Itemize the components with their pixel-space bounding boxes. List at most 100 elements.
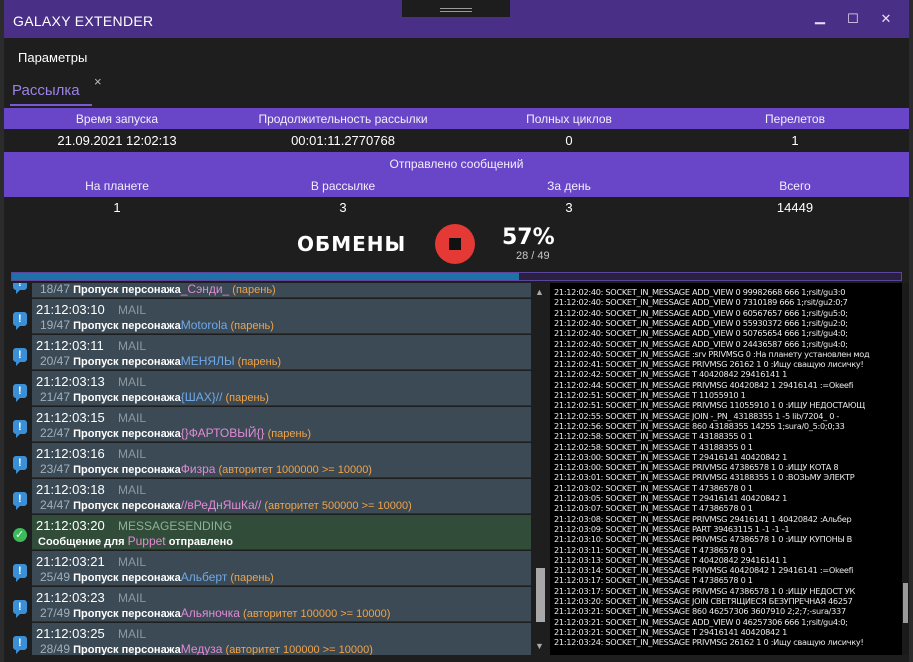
value-per-day: 3 [565, 200, 573, 215]
skip-reason: (авторитет 500000 >= 10000) [264, 500, 412, 512]
menu-item-params[interactable]: Параметры [18, 50, 87, 65]
event-counter: 23/47 [40, 462, 71, 476]
log-line: 21:12:03:24: SOCKET_IN_MESSAGE PRIVMSG 2… [554, 637, 864, 648]
value-start-time: 21.09.2021 12:02:13 [57, 133, 177, 148]
header-per-day: За день [547, 179, 591, 193]
stats-header-row: Время запуска Продолжительность рассылки… [4, 108, 909, 129]
log-line: 21:12:03:11: SOCKET_IN_MESSAGE T 4738657… [554, 544, 753, 555]
maximize-button[interactable]: ☐ [846, 12, 860, 26]
event-detail: 21/47 Пропуск персонажа{ШАХ}// (парень) [40, 390, 269, 404]
log-line: 21:12:03:01: SOCKET_IN_MESSAGE PRIVMSG 4… [554, 472, 855, 483]
icon-glyph: ! [18, 457, 22, 469]
value-duration: 00:01:11.2770768 [291, 133, 395, 148]
title-bar[interactable]: GALAXY EXTENDER ▁ ☐ ✕ [4, 0, 909, 38]
icon-glyph: ! [18, 421, 22, 433]
event-text: Пропуск персонажа [73, 356, 181, 368]
event-text: Пропуск персонажа [73, 572, 181, 584]
event-kind: MAIL [118, 483, 147, 497]
event-kind: MESSAGESENDING [118, 519, 233, 533]
event-row[interactable]: 21:12:03:10 MAIL 19/47 Пропуск персонажаMo… [32, 299, 531, 334]
log-line: 21:12:02:40: SOCKET_IN_MESSAGE :srv PRIV… [554, 348, 870, 359]
log-scrollbar-thumb[interactable] [903, 583, 908, 623]
grip-line [440, 11, 472, 12]
log-line: 21:12:02:40: SOCKET_IN_MESSAGE ADD_VIEW … [554, 287, 846, 297]
event-time: 21:12:03:20 [36, 518, 105, 533]
value-in-mailing: 3 [339, 200, 347, 215]
stats-value-row: 21.09.2021 12:02:13 00:01:11.2770768 0 1 [4, 129, 909, 152]
log-line: 21:12:02:44: SOCKET_IN_MESSAGE PRIVMSG 4… [554, 379, 854, 390]
log-line: 21:12:03:05: SOCKET_IN_MESSAGE T 2941614… [554, 493, 788, 503]
icon-glyph: ! [18, 601, 22, 613]
character-name: //вРеДнЯшКа// [180, 498, 262, 512]
log-line: 21:12:02:42: SOCKET_IN_MESSAGE T 4042084… [554, 369, 788, 380]
value-flights: 1 [791, 133, 799, 148]
log-line: 21:12:02:55: SOCKET_IN_MESSAGE JOIN -_PN… [554, 410, 840, 421]
event-kind: MAIL [118, 375, 147, 389]
log-line: 21:12:03:08: SOCKET_IN_MESSAGE PRIVMSG 2… [554, 513, 852, 524]
icon-glyph: ! [18, 349, 22, 361]
close-button[interactable]: ✕ [879, 12, 893, 26]
log-scrollbar[interactable] [902, 283, 909, 655]
event-row[interactable]: 21:12:03:16 MAIL 23/47 Пропуск персонажаФи… [32, 443, 531, 478]
skip-reason: (парень) [230, 320, 274, 332]
event-text: Пропуск персонажа [73, 392, 181, 404]
event-time: 21:12:03:11 [36, 338, 104, 353]
event-text: Пропуск персонажа [73, 500, 181, 512]
event-list-scrollbar[interactable]: ▲ ▼ [532, 283, 547, 655]
event-time: 21:12:03:16 [36, 446, 105, 461]
message-icon: ! [13, 384, 27, 402]
event-detail: 25/49 Пропуск персонажаАльберт (парень) [40, 570, 274, 584]
log-line: 21:12:03:21: SOCKET_IN_MESSAGE 860 46257… [554, 606, 846, 617]
drag-grip[interactable] [402, 0, 510, 17]
sent-value-row: 1 3 3 14449 [4, 197, 909, 218]
icon-glyph: ! [18, 385, 22, 397]
log-line: 21:12:02:51: SOCKET_IN_MESSAGE T 1105591… [554, 390, 746, 400]
event-row[interactable]: 21:12:03:18 MAIL 24/47 Пропуск персонажа//… [32, 479, 531, 514]
header-cycles: Полных циклов [526, 112, 612, 126]
message-icon: ! [13, 283, 27, 294]
mode-label: ОБМЕНЫ [297, 232, 407, 256]
event-row[interactable]: 21:12:03:11 MAIL 20/47 Пропуск персонажаМЕ… [32, 335, 531, 370]
tab-mailing[interactable]: Рассылка [12, 82, 80, 99]
message-icon: ! [13, 312, 27, 330]
event-kind: MAIL [118, 339, 147, 353]
event-row[interactable]: 21:12:03:15 MAIL 22/47 Пропуск персонажа{}… [32, 407, 531, 442]
character-name: Motorola [180, 318, 228, 332]
event-list[interactable]: ! 18/47 Пропуск персонажа_Сэнди_ (парень)… [4, 283, 547, 655]
value-on-planet: 1 [113, 200, 121, 215]
message-icon: ! [13, 636, 27, 654]
header-total: Всего [779, 179, 811, 193]
event-detail: Сообщение для Puppet отправлено [38, 534, 233, 548]
progress-percent: 57% [502, 225, 555, 250]
event-row[interactable]: 21:12:03:25 MAIL 28/49 Пропуск персонажаМе… [32, 623, 531, 655]
log-line: 21:12:03:20: SOCKET_IN_MESSAGE JOIN СВЕТ… [554, 596, 853, 606]
log-line: 21:12:02:40: SOCKET_IN_MESSAGE ADD_VIEW … [554, 338, 848, 349]
value-total: 14449 [776, 200, 814, 215]
scroll-down-icon[interactable]: ▼ [535, 641, 544, 651]
minimize-button[interactable]: ▁ [813, 10, 827, 24]
menu-bar: Параметры [4, 38, 909, 74]
socket-log[interactable]: 21:12:02:40: SOCKET_IN_MESSAGE ADD_VIEW … [550, 283, 902, 655]
tab-close-icon[interactable]: × [94, 74, 102, 89]
event-kind: MAIL [118, 303, 147, 317]
log-line: 21:12:03:14: SOCKET_IN_MESSAGE PRIVMSG 4… [554, 565, 854, 576]
control-panel: ОБМЕНЫ 57% 28 / 49 [4, 218, 909, 270]
stop-button[interactable] [435, 224, 475, 264]
message-icon: ! [13, 564, 27, 582]
event-row[interactable]: 18/47 Пропуск персонажа_Сэнди_ (парень) [32, 283, 531, 298]
scrollbar-thumb[interactable] [536, 568, 545, 622]
event-row[interactable]: 21:12:03:13 MAIL 21/47 Пропуск персонажа{Ш… [32, 371, 531, 406]
event-counter: 25/49 [40, 570, 71, 584]
skip-reason: (парень) [267, 428, 312, 440]
event-row[interactable]: 21:12:03:21 MAIL 25/49 Пропуск персонажаАл… [32, 551, 531, 586]
event-row[interactable]: 21:12:03:23 MAIL 27/49 Пропуск персонажаАл… [32, 587, 531, 622]
skip-reason: (авторитет 100000 >= 10000) [243, 608, 391, 620]
character-name: _Сэнди_ [180, 283, 230, 296]
event-row[interactable]: 21:12:03:20 MESSAGESENDING Сообщение для P… [32, 515, 531, 550]
header-start-time: Время запуска [75, 112, 159, 126]
event-text: Сообщение для [38, 536, 125, 548]
log-line: 21:12:03:17: SOCKET_IN_MESSAGE T 4738657… [554, 575, 753, 586]
message-icon: ! [13, 456, 27, 474]
scroll-up-icon[interactable]: ▲ [535, 287, 544, 297]
sent-header-block: Отправлено сообщений На планете В рассыл… [4, 152, 909, 197]
